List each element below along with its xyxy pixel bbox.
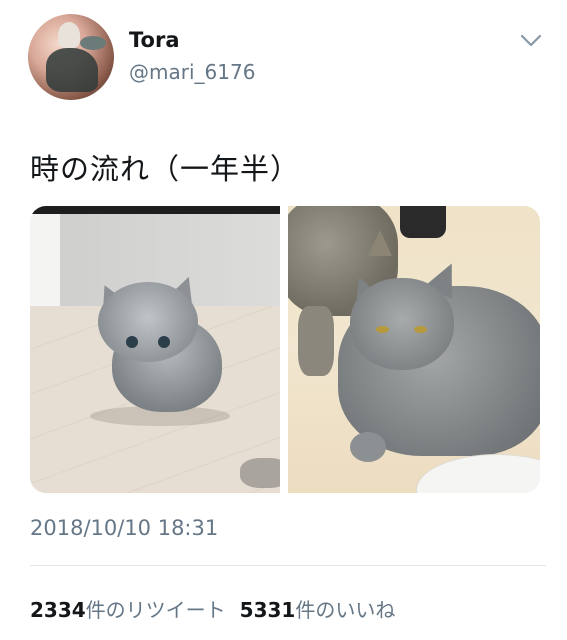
divider bbox=[30, 565, 546, 566]
likes-count: 5331 bbox=[239, 598, 296, 622]
background-cat-leg bbox=[298, 306, 334, 376]
photo-top-edge bbox=[30, 206, 280, 214]
kitten-eye-left bbox=[126, 336, 138, 348]
kitten-photo[interactable] bbox=[30, 206, 280, 493]
tweet-media bbox=[30, 206, 540, 493]
cat-paw bbox=[350, 432, 386, 462]
retweets-count: 2334 bbox=[30, 598, 86, 622]
white-plate bbox=[416, 454, 540, 493]
kitten-head bbox=[98, 282, 198, 362]
avatar-figure bbox=[58, 22, 80, 48]
cat-eye-left bbox=[376, 326, 389, 333]
wall bbox=[30, 214, 60, 309]
kitten-eye-right bbox=[158, 336, 170, 348]
user-handle[interactable]: @mari_6176 bbox=[129, 60, 255, 84]
avatar[interactable] bbox=[28, 14, 114, 100]
cat-head bbox=[350, 278, 454, 370]
tweet-timestamp[interactable]: 2018/10/10 18:31 bbox=[30, 516, 218, 540]
cat-eye-right bbox=[414, 326, 427, 333]
dark-object bbox=[400, 206, 446, 238]
tweet-stats: 2334件のリツイート 5331件のいいね bbox=[30, 594, 395, 623]
avatar-shadow bbox=[46, 48, 98, 92]
display-name[interactable]: Tora bbox=[129, 28, 180, 52]
grown-cat-photo[interactable] bbox=[288, 206, 540, 493]
retweets-stat[interactable]: 2334件のリツイート bbox=[30, 598, 226, 622]
other-cat-tail bbox=[240, 458, 280, 488]
avatar-detail bbox=[80, 36, 106, 50]
chevron-down-icon[interactable] bbox=[520, 34, 542, 48]
likes-label: 件のいいね bbox=[295, 598, 396, 622]
retweets-label: 件のリツイート bbox=[85, 598, 226, 622]
tweet-text: 時の流れ（一年半） bbox=[30, 152, 301, 186]
background-cat-ear bbox=[368, 230, 392, 256]
likes-stat[interactable]: 5331件のいいね bbox=[240, 598, 396, 622]
